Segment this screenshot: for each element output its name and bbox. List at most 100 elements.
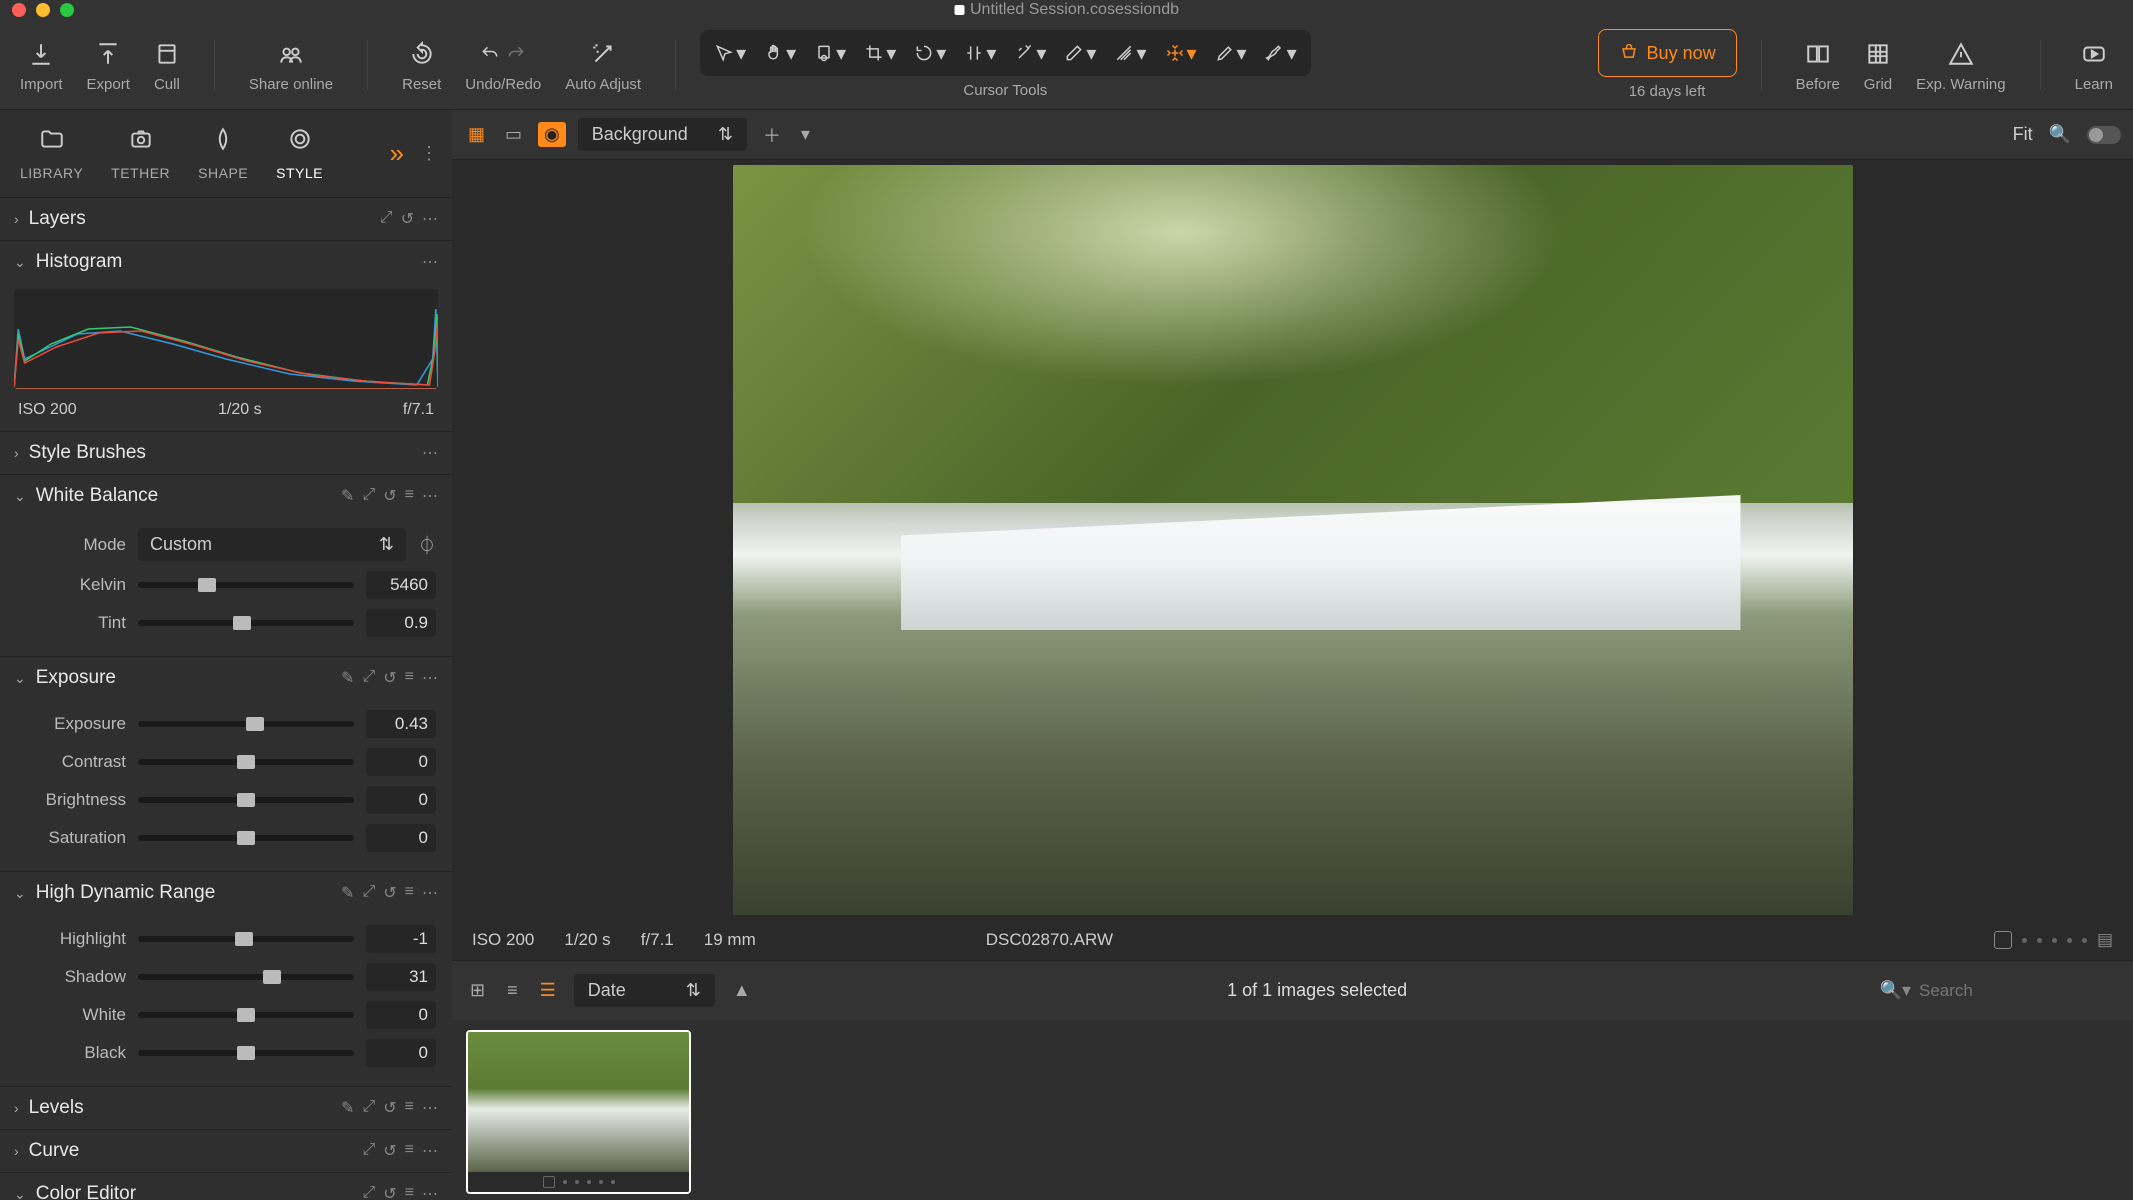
panel-expand-icon[interactable]: ⤢: [362, 883, 375, 903]
browser-filmstrip-icon[interactable]: ☰: [536, 976, 560, 1005]
import-button[interactable]: Import: [10, 32, 73, 97]
rotate-tool[interactable]: ▾: [912, 38, 948, 68]
search-input[interactable]: [1919, 981, 2119, 1001]
add-icon[interactable]: ＋: [759, 118, 785, 152]
edit-icon[interactable]: ✎: [341, 1098, 354, 1118]
maximize-window[interactable]: [60, 3, 74, 17]
exposure-slider[interactable]: [138, 721, 354, 727]
crop-tool[interactable]: ▾: [862, 38, 898, 68]
thumbnail[interactable]: [466, 1030, 691, 1194]
share-button[interactable]: Share online: [239, 32, 343, 97]
list-icon[interactable]: ≡: [405, 1141, 414, 1161]
panel-hdr-header[interactable]: ⌄ High Dynamic Range ✎⤢↺≡⋯: [0, 872, 452, 914]
panel-menu-icon[interactable]: ⋯: [422, 486, 438, 506]
canvas[interactable]: [452, 160, 2133, 920]
panel-reset-icon[interactable]: ↺: [383, 1141, 396, 1161]
panel-coloreditor-header[interactable]: ⌄ Color Editor ⤢↺≡⋯: [0, 1173, 452, 1200]
view-single-icon[interactable]: ▭: [501, 120, 526, 149]
eraser-tool[interactable]: ▾: [1062, 38, 1098, 68]
tab-shape[interactable]: SHAPE: [184, 122, 262, 185]
eyedropper-icon[interactable]: ⏀: [418, 532, 436, 558]
panel-menu-icon[interactable]: ⋯: [422, 1184, 438, 1200]
sort-asc-icon[interactable]: ▲: [729, 976, 755, 1005]
view-grid-icon[interactable]: ▦: [464, 120, 489, 149]
panel-reset-icon[interactable]: ↺: [383, 668, 396, 688]
tabs-menu[interactable]: ⋮: [412, 143, 446, 164]
tab-style[interactable]: STYLE: [262, 122, 337, 185]
gradient-tool[interactable]: ▾: [1112, 38, 1148, 68]
list-icon[interactable]: ≡: [405, 1098, 414, 1118]
tint-slider[interactable]: [138, 620, 354, 626]
panel-expand-icon[interactable]: ⤢: [362, 1141, 375, 1161]
panel-menu-icon[interactable]: ⋯: [422, 252, 438, 272]
grid-button[interactable]: Grid: [1854, 32, 1902, 97]
view-proof-icon[interactable]: ◉: [538, 122, 566, 147]
brightness-slider[interactable]: [138, 797, 354, 803]
before-button[interactable]: Before: [1786, 32, 1850, 97]
panel-whitebalance-header[interactable]: ⌄ White Balance ✎⤢↺≡⋯: [0, 475, 452, 517]
black-slider[interactable]: [138, 1050, 354, 1056]
panel-reset-icon[interactable]: ↺: [383, 1098, 396, 1118]
panel-reset-icon[interactable]: ↺: [401, 209, 414, 229]
panel-expand-icon[interactable]: ⤢: [380, 209, 393, 229]
spot-tool[interactable]: ▾: [1012, 38, 1048, 68]
tab-library[interactable]: LIBRARY: [6, 122, 97, 185]
panel-menu-icon[interactable]: ⋯: [422, 209, 438, 229]
expand-tabs[interactable]: »: [382, 138, 412, 169]
edit-icon[interactable]: ✎: [341, 668, 354, 688]
shadow-slider[interactable]: [138, 974, 354, 980]
panel-curve-header[interactable]: › Curve ⤢↺≡⋯: [0, 1130, 452, 1172]
panel-menu-icon[interactable]: ⋯: [422, 883, 438, 903]
browser-grid-icon[interactable]: ⊞: [466, 976, 489, 1005]
undoredo-button[interactable]: Undo/Redo: [455, 32, 551, 97]
reset-button[interactable]: Reset: [392, 32, 451, 97]
metadata-icon[interactable]: ▤: [2097, 930, 2113, 950]
draw-tool[interactable]: ▾: [1213, 38, 1249, 68]
export-button[interactable]: Export: [77, 32, 140, 97]
rating-bar[interactable]: ▤: [1994, 930, 2113, 950]
saturation-slider[interactable]: [138, 835, 354, 841]
zoom-toggle[interactable]: [2087, 126, 2121, 144]
learn-button[interactable]: Learn: [2065, 32, 2123, 97]
kelvin-value[interactable]: 5460: [366, 571, 436, 599]
panel-menu-icon[interactable]: ⋯: [422, 668, 438, 688]
list-icon[interactable]: ≡: [405, 486, 414, 506]
panel-expand-icon[interactable]: ⤢: [362, 1098, 375, 1118]
heal-tool[interactable]: ▾: [1163, 38, 1199, 68]
browser-list-icon[interactable]: ≡: [503, 976, 522, 1005]
tint-value[interactable]: 0.9: [366, 609, 436, 637]
list-icon[interactable]: ≡: [405, 1184, 414, 1200]
panel-reset-icon[interactable]: ↺: [383, 883, 396, 903]
white-slider[interactable]: [138, 1012, 354, 1018]
fit-label[interactable]: Fit: [2013, 124, 2033, 145]
buy-now-button[interactable]: Buy now: [1598, 29, 1737, 77]
panel-levels-header[interactable]: › Levels ✎⤢↺≡⋯: [0, 1087, 452, 1129]
edit-icon[interactable]: ✎: [341, 883, 354, 903]
panel-histogram-header[interactable]: ⌄ Histogram ⋯: [0, 241, 452, 283]
panel-stylebrushes-header[interactable]: › Style Brushes ⋯: [0, 432, 452, 474]
kelvin-slider[interactable]: [138, 582, 354, 588]
panel-expand-icon[interactable]: ⤢: [362, 1184, 375, 1200]
hand-tool[interactable]: ▾: [762, 38, 798, 68]
sort-select[interactable]: Date⇅: [574, 974, 715, 1007]
panel-reset-icon[interactable]: ↺: [383, 1184, 396, 1200]
panel-reset-icon[interactable]: ↺: [383, 486, 396, 506]
loupe-tool[interactable]: ▾: [812, 38, 848, 68]
minimize-window[interactable]: [36, 3, 50, 17]
zoom-icon[interactable]: 🔍: [2045, 120, 2075, 149]
contrast-slider[interactable]: [138, 759, 354, 765]
panel-layers-header[interactable]: › Layers ⤢↺⋯: [0, 198, 452, 240]
edit-icon[interactable]: ✎: [341, 486, 354, 506]
background-select[interactable]: Background⇅: [578, 118, 747, 151]
dropdown-icon[interactable]: ▾: [797, 120, 814, 149]
exp-warning-button[interactable]: Exp. Warning: [1906, 32, 2015, 97]
autoadjust-button[interactable]: Auto Adjust: [555, 32, 651, 97]
list-icon[interactable]: ≡: [405, 668, 414, 688]
wb-mode-select[interactable]: Custom⇅: [138, 528, 406, 561]
pointer-tool[interactable]: ▾: [712, 38, 748, 68]
panel-expand-icon[interactable]: ⤢: [362, 486, 375, 506]
close-window[interactable]: [12, 3, 26, 17]
panel-menu-icon[interactable]: ⋯: [422, 443, 438, 463]
brush-tool[interactable]: ▾: [1263, 38, 1299, 68]
list-icon[interactable]: ≡: [405, 883, 414, 903]
